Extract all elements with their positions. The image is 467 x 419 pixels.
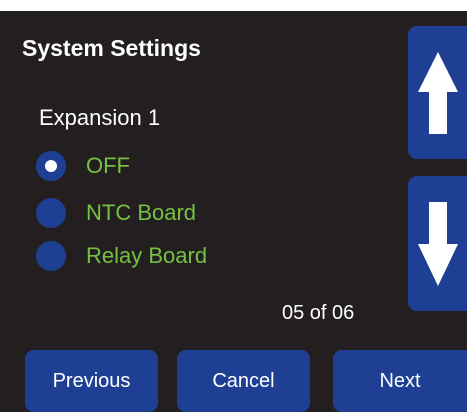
radio-button[interactable] xyxy=(36,241,66,271)
option-off[interactable]: OFF xyxy=(36,149,356,183)
settings-panel: System Settings Expansion 1 OFF NTC Boar… xyxy=(0,11,467,412)
option-label: Relay Board xyxy=(86,243,208,268)
previous-button[interactable]: Previous xyxy=(25,350,158,412)
option-label: NTC Board xyxy=(86,200,197,225)
page-indicator: 05 of 06 xyxy=(282,302,355,324)
radio-dot xyxy=(45,160,57,172)
option-relay-board[interactable]: Relay Board xyxy=(36,239,356,273)
arrow-up-icon xyxy=(417,51,458,134)
option-ntc-board[interactable]: NTC Board xyxy=(36,196,356,230)
next-button[interactable]: Next xyxy=(333,350,467,412)
radio-button[interactable] xyxy=(36,198,66,228)
scroll-down-button[interactable] xyxy=(408,176,467,311)
section-title: Expansion 1 xyxy=(39,105,161,130)
radio-button-selected[interactable] xyxy=(36,151,66,181)
option-label: OFF xyxy=(86,153,130,178)
page-title: System Settings xyxy=(22,35,201,61)
screen: System Settings Expansion 1 OFF NTC Boar… xyxy=(0,0,467,419)
cancel-button[interactable]: Cancel xyxy=(177,350,310,412)
scroll-up-button[interactable] xyxy=(408,26,467,159)
arrow-down-icon xyxy=(417,201,458,286)
